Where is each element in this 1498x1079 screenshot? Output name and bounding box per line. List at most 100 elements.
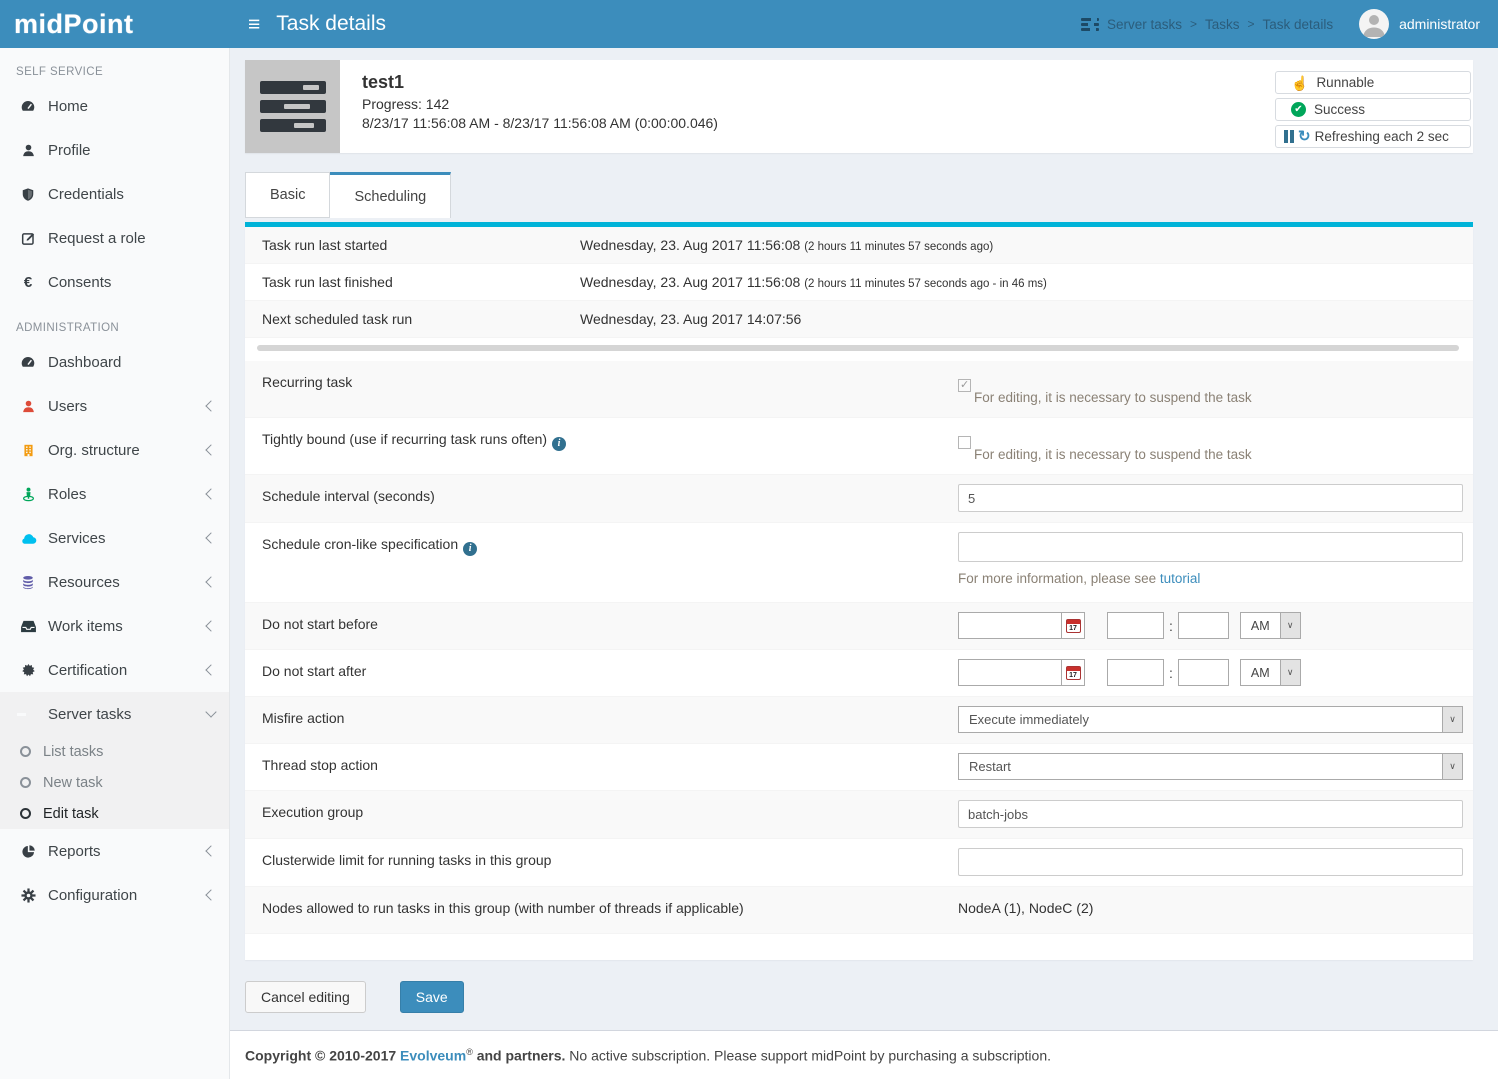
sidebar-item-credentials[interactable]: Credentials [0, 172, 229, 216]
row-label: Schedule cron-like specificationi [262, 523, 958, 602]
sidebar-item-server-tasks[interactable]: Server tasks [0, 692, 229, 736]
refresh-label: Refreshing each 2 sec [1315, 129, 1449, 144]
sidebar-item-label: Server tasks [48, 706, 131, 723]
task-dates: 8/23/17 11:56:08 AM - 8/23/17 11:56:08 A… [362, 115, 718, 131]
sidebar-item-label: Certification [48, 662, 127, 679]
not-before-date-input[interactable] [958, 612, 1061, 639]
not-after-hours-input[interactable] [1107, 659, 1164, 686]
building-icon [16, 443, 40, 458]
table-row: Task run last started Wednesday, 23. Aug… [245, 227, 1473, 264]
row-control [958, 791, 1463, 838]
pencil-square-icon [16, 231, 40, 246]
sidebar-item-consents[interactable]: € Consents [0, 260, 229, 304]
misfire-action-select[interactable]: Execute immediately ∨ [958, 706, 1463, 733]
tab-bar: Basic Scheduling [245, 172, 1473, 218]
evolveum-link[interactable]: Evolveum [400, 1048, 466, 1064]
sidebar-subitem-new-task[interactable]: New task [0, 767, 229, 798]
save-button[interactable]: Save [400, 981, 464, 1013]
not-after-date-input[interactable] [958, 659, 1061, 686]
sidebar-item-label: Consents [48, 274, 111, 291]
tab-scheduling[interactable]: Scheduling [330, 172, 451, 218]
not-after-minutes-input[interactable] [1178, 659, 1229, 686]
breadcrumb-tasks[interactable]: Tasks [1205, 17, 1240, 32]
page-title: Task details [276, 12, 386, 36]
chevron-down-icon: ∨ [1280, 613, 1300, 638]
chevron-left-icon [205, 400, 216, 411]
not-before-minutes-input[interactable] [1178, 612, 1229, 639]
pie-chart-icon [16, 844, 40, 859]
row-label: Do not start before [262, 603, 958, 649]
recurring-task-checkbox[interactable] [958, 379, 971, 392]
sidebar-subitem-label: New task [43, 775, 103, 791]
table-row: Task run last finished Wednesday, 23. Au… [245, 264, 1473, 301]
row-control: For editing, it is necessary to suspend … [958, 361, 1463, 417]
calendar-button[interactable] [1061, 612, 1085, 639]
refresh-toggle[interactable]: ↻ Refreshing each 2 sec [1275, 125, 1471, 148]
form-row-cron-spec: Schedule cron-like specificationi For mo… [245, 523, 1473, 603]
sidebar-item-org-structure[interactable]: Org. structure [0, 428, 229, 472]
info-icon[interactable]: i [552, 437, 566, 451]
sidebar-item-label: Home [48, 98, 88, 115]
select-value: Execute immediately [959, 707, 1442, 732]
execution-group-input[interactable] [958, 800, 1463, 828]
user-menu[interactable]: administrator [1359, 9, 1480, 39]
brand-logo[interactable]: midPoint [0, 0, 230, 48]
value-note: (2 hours 11 minutes 57 seconds ago - in … [804, 278, 1047, 290]
tasks-icon [16, 711, 40, 718]
sidebar-subitem-list-tasks[interactable]: List tasks [0, 736, 229, 767]
not-before-hours-input[interactable] [1107, 612, 1164, 639]
ampm-value: AM [1241, 660, 1280, 685]
circle-icon [20, 808, 31, 819]
breadcrumb-server-tasks[interactable]: Server tasks [1107, 17, 1182, 32]
cron-spec-input[interactable] [958, 532, 1463, 562]
cluster-limit-input[interactable] [958, 848, 1463, 876]
sidebar-item-services[interactable]: Services [0, 516, 229, 560]
tab-label: Basic [270, 187, 305, 203]
calendar-button[interactable] [1061, 659, 1085, 686]
user-icon [16, 143, 40, 158]
not-after-ampm-select[interactable]: AM ∨ [1240, 659, 1301, 686]
tightly-bound-checkbox[interactable] [958, 436, 971, 449]
sidebar-item-configuration[interactable]: Configuration [0, 873, 229, 917]
tab-basic[interactable]: Basic [245, 172, 330, 218]
hamburger-menu-icon[interactable]: ≡ [248, 14, 260, 35]
street-view-icon [16, 486, 40, 502]
status-badge-label: Success [1314, 102, 1365, 117]
form-row-misfire-action: Misfire action Execute immediately ∨ [245, 697, 1473, 744]
info-icon[interactable]: i [463, 542, 477, 556]
sidebar-item-roles[interactable]: Roles [0, 472, 229, 516]
scheduling-panel: Task run last started Wednesday, 23. Aug… [245, 227, 1473, 960]
not-before-ampm-select[interactable]: AM ∨ [1240, 612, 1301, 639]
tab-label: Scheduling [354, 189, 426, 205]
gear-icon [16, 888, 40, 903]
sidebar-item-profile[interactable]: Profile [0, 128, 229, 172]
hand-up-icon: ☝ [1291, 76, 1308, 90]
row-label: Tightly bound (use if recurring task run… [262, 418, 958, 474]
copyright-text: Copyright © 2010-2017 [245, 1048, 400, 1064]
task-icon-box [245, 60, 340, 153]
task-status-badges: ☝ Runnable ✔ Success ↻ Refreshing each 2… [1275, 60, 1473, 153]
sidebar-item-resources[interactable]: Resources [0, 560, 229, 604]
tasks-icon [1081, 16, 1099, 33]
row-control: : AM ∨ [958, 603, 1463, 649]
tutorial-link[interactable]: tutorial [1160, 571, 1201, 586]
sidebar-subitem-label: List tasks [43, 744, 103, 760]
schedule-interval-input[interactable] [958, 484, 1463, 512]
top-bar: midPoint ≡ Task details Server tasks > T… [0, 0, 1498, 48]
cancel-editing-button[interactable]: Cancel editing [245, 981, 366, 1013]
row-label: Misfire action [262, 697, 958, 743]
chevron-down-icon: ∨ [1280, 660, 1300, 685]
sidebar-item-home[interactable]: Home [0, 84, 229, 128]
chevron-down-icon [205, 706, 216, 717]
sidebar-subitem-edit-task[interactable]: Edit task [0, 798, 229, 829]
sidebar-item-dashboard[interactable]: Dashboard [0, 340, 229, 384]
thread-stop-select[interactable]: Restart ∨ [958, 753, 1463, 780]
sidebar-item-reports[interactable]: Reports [0, 829, 229, 873]
sidebar-item-users[interactable]: Users [0, 384, 229, 428]
sidebar-item-work-items[interactable]: Work items [0, 604, 229, 648]
sidebar-item-certification[interactable]: Certification [0, 648, 229, 692]
task-summary-panel: test1 Progress: 142 8/23/17 11:56:08 AM … [245, 60, 1473, 153]
tasks-icon-large [260, 75, 326, 138]
sidebar-item-request-a-role[interactable]: Request a role [0, 216, 229, 260]
form-row-recurring-task: Recurring task For editing, it is necess… [245, 361, 1473, 418]
